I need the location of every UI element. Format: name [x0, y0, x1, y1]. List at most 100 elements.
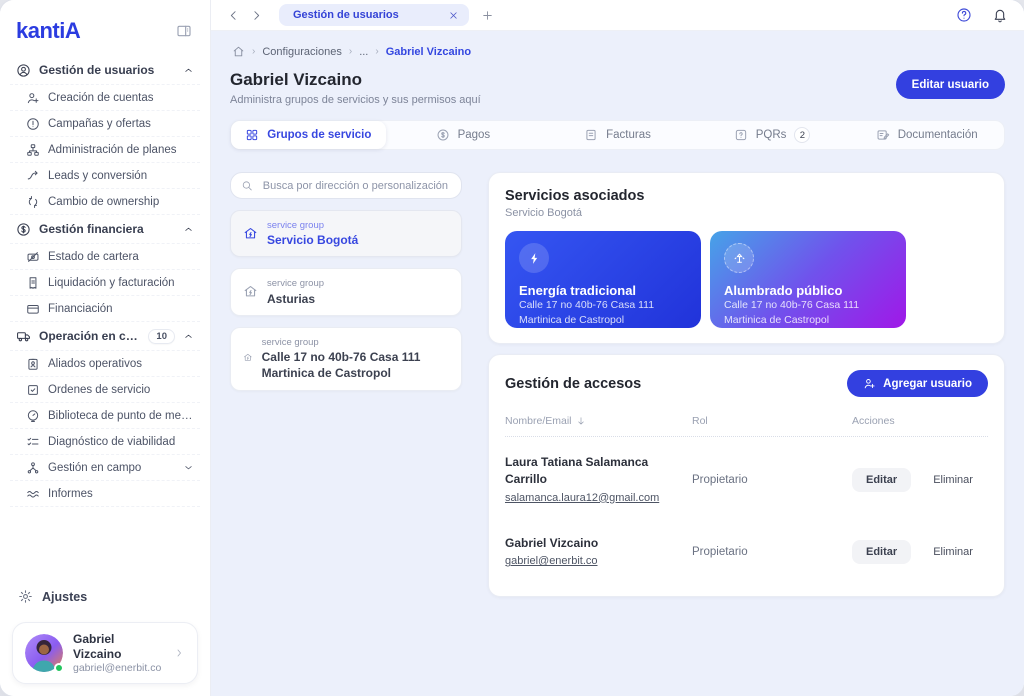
- file-icon: [586, 129, 596, 141]
- sidebar-collapse-icon[interactable]: [174, 21, 194, 41]
- delete-button[interactable]: Eliminar: [927, 545, 979, 559]
- search-icon: [242, 181, 252, 191]
- sort-descending-icon: [577, 417, 584, 425]
- sidebar-item-aliados-operativos[interactable]: Aliados operativos: [10, 351, 200, 377]
- search-input[interactable]: [260, 178, 451, 193]
- breadcrumb: › Configuraciones › ... › Gabriel Vizcai…: [230, 41, 1005, 58]
- service-group-item-asturias[interactable]: service group Asturias: [230, 268, 462, 316]
- user-card[interactable]: Gabriel Vizcaino gabriel@enerbit.co: [12, 622, 198, 684]
- page-title: Gabriel Vizcaino: [230, 70, 362, 89]
- gauge-icon: [27, 409, 39, 422]
- sidebar-item-campanas-y-ofertas[interactable]: Campañas y ofertas: [10, 111, 200, 137]
- home-bolt-icon: [244, 227, 257, 239]
- alert-circle-icon: [27, 117, 39, 130]
- sidebar-item-ordenes-de-servicio[interactable]: Órdenes de servicio: [10, 377, 200, 403]
- coin-icon: [437, 129, 449, 141]
- sidebar-section-operacion-en-campo[interactable]: Operación en campo 10: [10, 322, 200, 351]
- close-tab-icon[interactable]: [448, 10, 459, 21]
- forward-icon[interactable]: [248, 7, 265, 24]
- sidebar-item-financiacion[interactable]: Financiación: [10, 296, 200, 322]
- app-logo: kantiA: [16, 18, 81, 43]
- sidebar-item-cambio-de-ownership[interactable]: Cambio de ownership: [10, 189, 200, 215]
- tab-facturas[interactable]: Facturas: [540, 121, 695, 149]
- sidebar-item-leads-y-conversion[interactable]: Leads y conversión: [10, 163, 200, 189]
- help-icon[interactable]: [954, 5, 974, 25]
- user-plus-icon: [27, 92, 39, 103]
- sidebar-item-administracion-de-planes[interactable]: Administración de planes: [10, 137, 200, 163]
- doc-edit-icon: [877, 130, 889, 140]
- sidebar-item-gestion-en-campo[interactable]: Gestión en campo: [10, 455, 200, 481]
- column-acciones: Acciones: [852, 415, 895, 427]
- table-header: Nombre/Email Rol Acciones: [505, 409, 988, 437]
- sidebar: kantiA Gestión de usuarios Creación de c…: [0, 0, 211, 696]
- home-icon[interactable]: [232, 45, 245, 58]
- sidebar-section-gestion-usuarios[interactable]: Gestión de usuarios: [10, 56, 200, 85]
- service-card-alumbrado-publico[interactable]: Alumbrado público Calle 17 no 40b-76 Cas…: [710, 231, 906, 328]
- section-tabs: Grupos de servicio Pagos Facturas PQRs 2: [230, 120, 1005, 150]
- checklist-icon: [27, 437, 39, 445]
- chevron-up-icon: [185, 334, 192, 338]
- edit-button[interactable]: Editar: [852, 467, 912, 492]
- truck-icon: [17, 331, 30, 341]
- home-bolt-icon: [244, 353, 252, 361]
- street-lamp-icon: [724, 243, 754, 273]
- row-user-role: Propietario: [692, 473, 748, 486]
- add-user-button[interactable]: Agregar usuario: [847, 370, 988, 397]
- chevron-down-icon: [185, 466, 192, 470]
- bolt-icon: [519, 243, 549, 273]
- credit-card-icon: [27, 304, 39, 314]
- search-box: [230, 172, 462, 199]
- page-subtitle: Administra grupos de servicios y sus per…: [230, 94, 481, 106]
- edit-button[interactable]: Editar: [852, 539, 912, 564]
- associated-services-subtitle: Servicio Bogotá: [505, 207, 583, 219]
- edit-user-button[interactable]: Editar usuario: [895, 70, 1005, 99]
- new-tab-icon[interactable]: [479, 7, 496, 24]
- breadcrumb-current: Gabriel Vizcaino: [385, 45, 472, 58]
- chevron-up-icon: [185, 68, 192, 72]
- column-rol: Rol: [692, 415, 708, 427]
- table-row: Laura Tatiana Salamanca Carrillo salaman…: [505, 437, 988, 518]
- page-content: › Configuraciones › ... › Gabriel Vizcai…: [211, 31, 1024, 696]
- breadcrumb-ellipsis[interactable]: ...: [359, 46, 368, 58]
- access-management-title: Gestión de accesos: [505, 375, 642, 392]
- sidebar-item-ajustes[interactable]: Ajustes: [12, 581, 198, 612]
- sidebar-item-informes[interactable]: Informes: [10, 481, 200, 507]
- app-window: kantiA Gestión de usuarios Creación de c…: [0, 0, 1024, 696]
- bell-icon[interactable]: [990, 5, 1010, 25]
- tab-grupos-de-servicio[interactable]: Grupos de servicio: [231, 121, 386, 149]
- column-nombre-email[interactable]: Nombre/Email: [505, 415, 692, 427]
- user-card-email: gabriel@enerbit.co: [73, 662, 162, 674]
- row-user-email[interactable]: salamanca.laura12@gmail.com: [505, 492, 659, 504]
- swap-icon: [28, 195, 38, 208]
- tab-pqrs[interactable]: PQRs 2: [695, 121, 850, 149]
- service-group-list: service group Servicio Bogotá service gr…: [230, 172, 462, 391]
- sidebar-item-creacion-de-cuentas[interactable]: Creación de cuentas: [10, 85, 200, 111]
- waves-icon: [27, 490, 39, 498]
- row-user-email[interactable]: gabriel@enerbit.co: [505, 555, 598, 567]
- sidebar-item-diagnostico-de-viabilidad[interactable]: Diagnóstico de viabilidad: [10, 429, 200, 455]
- operacion-badge: 10: [148, 328, 175, 344]
- tab-documentacion[interactable]: Documentación: [849, 121, 1004, 149]
- associated-services-title: Servicios asociados: [505, 188, 645, 204]
- network-icon: [27, 461, 39, 473]
- chevron-right-icon: [177, 649, 181, 657]
- back-icon[interactable]: [225, 7, 242, 24]
- sidebar-item-estado-de-cartera[interactable]: Estado de cartera: [10, 244, 200, 270]
- service-group-item-calle-17[interactable]: service group Calle 17 no 40b-76 Casa 11…: [230, 326, 462, 391]
- associated-services-panel: Servicios asociados Servicio Bogotá Ener…: [488, 172, 1005, 344]
- chevron-up-icon: [185, 227, 192, 231]
- service-card-energia-tradicional[interactable]: Energía tradicional Calle 17 no 40b-76 C…: [505, 231, 701, 328]
- row-user-name: Gabriel Vizcaino: [505, 535, 599, 550]
- tab-pagos[interactable]: Pagos: [386, 121, 541, 149]
- delete-button[interactable]: Eliminar: [927, 473, 979, 487]
- sidebar-item-biblioteca-punto-de-medida[interactable]: Biblioteca de punto de medida: [10, 403, 200, 429]
- main-area: Gestión de usuarios › Configuraciones › …: [211, 0, 1024, 696]
- route-icon: [27, 170, 38, 179]
- hierarchy-icon: [27, 143, 39, 156]
- user-circle-icon: [17, 63, 30, 77]
- sidebar-item-liquidacion-y-facturacion[interactable]: Liquidación y facturación: [10, 270, 200, 296]
- breadcrumb-configuraciones[interactable]: Configuraciones: [262, 46, 342, 58]
- sidebar-section-gestion-financiera[interactable]: Gestión financiera: [10, 215, 200, 244]
- service-group-item-servicio-bogota[interactable]: service group Servicio Bogotá: [230, 210, 462, 258]
- browser-tab-gestion-usuarios[interactable]: Gestión de usuarios: [279, 4, 469, 26]
